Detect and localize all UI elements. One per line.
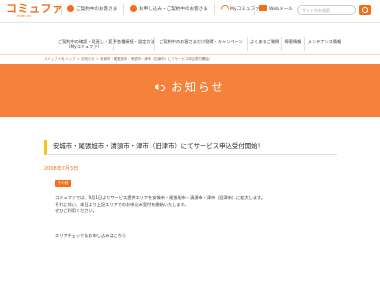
article-date: 2008年7月3日: [44, 166, 79, 172]
category-badge: その他: [55, 180, 71, 187]
nav-divider: [113, 37, 114, 51]
header-divider: [123, 4, 124, 15]
header-link-apply[interactable]: お申し込み・ご契約中のお客さま: [130, 5, 208, 14]
article-title: 安城市・尾張旭市・清須市・津市（旧津市）にてサービス申込受付開始！: [53, 142, 264, 150]
article-paragraph: ぜひご利用ください。: [55, 208, 97, 214]
header-link-current-customers[interactable]: ご契約中のお客さま: [67, 5, 117, 14]
header-link-label: Myコミュファ: [230, 7, 260, 12]
search-input[interactable]: [298, 6, 346, 14]
header-divider: [61, 4, 62, 15]
user-icon: [67, 5, 74, 12]
nav-divider: [281, 37, 282, 51]
header-link-webmail[interactable]: Webメール: [259, 5, 293, 14]
page-hero-banner: お知らせ: [0, 64, 380, 117]
article-paragraph: それに伴い、本日より上記エリアでのお申込み受付を開始いたします。: [55, 201, 189, 207]
cart-icon: [130, 5, 137, 12]
nav-underline: [0, 54, 380, 55]
header-link-label: Webメール: [269, 7, 293, 12]
commufa-logo[interactable]: コミュファ from ctc: [6, 3, 63, 20]
nav-divider: [154, 37, 155, 51]
header-divider: [254, 4, 255, 15]
nav-item-connection-setup[interactable]: 各種接続・設定方法: [117, 36, 155, 53]
mail-icon: [259, 5, 267, 11]
area-check-link[interactable]: エリアチェック＆お申し込みはこちら: [55, 233, 126, 239]
header-divider: [214, 4, 215, 15]
nav-item-outage-info[interactable]: 障害情報: [284, 36, 302, 53]
nav-item-sublabel: (Myコミュファ): [68, 44, 100, 49]
nav-divider: [304, 37, 305, 51]
nav-item-campaign[interactable]: ご契約中のお客さまだけ割得・キャンペーン: [157, 36, 245, 53]
breadcrumb: コミュファ光 トップ ＞ お知らせ ＞ 安城市・尾張旭市・清須市・津市（旧津市）…: [44, 57, 213, 61]
site-header: コミュファ from ctc ご契約中のお客さま お申し込み・ご契約中のお客さま…: [0, 0, 380, 23]
nav-item-label: よくあるご質問: [250, 39, 280, 44]
search-box: [297, 5, 356, 15]
logo-subtext: from ctc: [17, 14, 32, 18]
article-title-bar: 安城市・尾張旭市・清須市・津市（旧津市）にてサービス申込受付開始！: [44, 140, 337, 155]
nav-item-label: メンテナンス情報: [307, 39, 342, 44]
nav-divider: [247, 37, 248, 51]
article-paragraph: コミュファでは、9月1日よりサービス提供エリアを安城市・尾張旭市・清須市・津市（…: [55, 195, 266, 200]
nav-item-maintenance-info[interactable]: メンテナンス情報: [307, 36, 342, 53]
logo-text: コミュファ: [6, 2, 64, 15]
megaphone-icon: [155, 82, 166, 92]
search-button[interactable]: [359, 5, 371, 15]
page-title: お知らせ: [0, 79, 380, 95]
nav-item-label: 障害情報: [284, 39, 302, 44]
article-body: コミュファでは、9月1日よりサービス提供エリアを安城市・尾張旭市・清須市・津市（…: [55, 195, 345, 215]
header-link-label: ご契約中のお客さま: [76, 7, 118, 12]
my-commufa-icon: [220, 5, 228, 12]
nav-item-label: ご契約中のお客さまだけ割得・キャンペーン: [159, 39, 243, 44]
nav-item-contract-check[interactable]: ご契約中の確認・見直し・変更 (Myコミュファ): [58, 36, 117, 53]
page-title-text: お知らせ: [171, 80, 225, 94]
header-link-label: お申し込み・ご契約中のお客さま: [139, 7, 208, 12]
nav-item-faq[interactable]: よくあるご質問: [250, 36, 279, 53]
nav-item-label: 各種接続・設定方法: [117, 39, 155, 44]
global-nav: ご契約中の確認・見直し・変更 (Myコミュファ) 各種接続・設定方法 ご契約中の…: [0, 36, 380, 53]
